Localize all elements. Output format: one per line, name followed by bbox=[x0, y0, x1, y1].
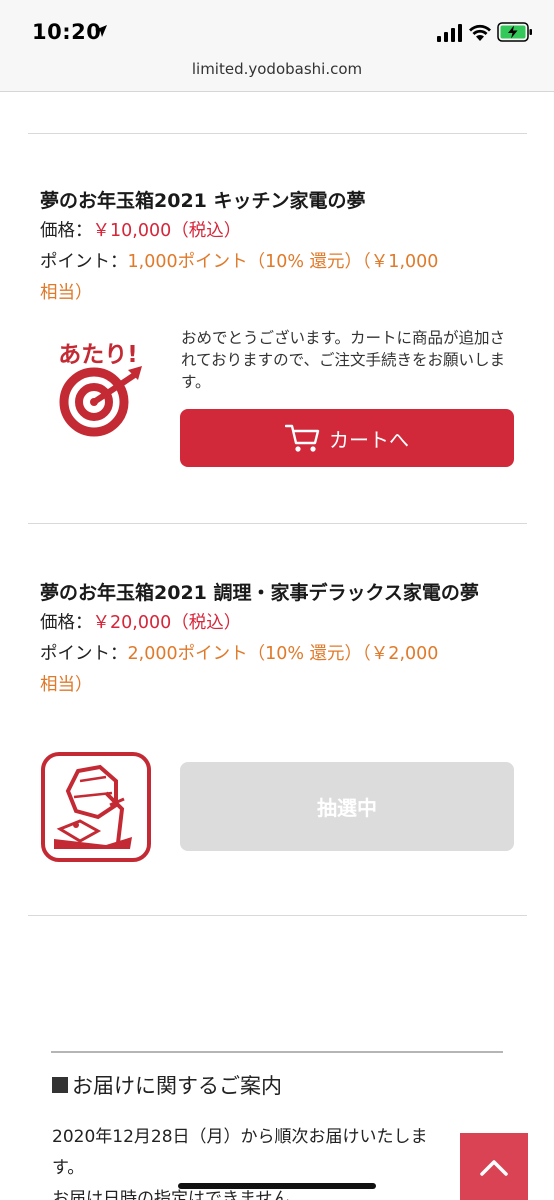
scroll-to-top-button[interactable] bbox=[460, 1133, 528, 1200]
product-title: 夢のお年玉箱2021 調理・家事デラックス家電の夢 bbox=[40, 582, 479, 604]
signal-icon bbox=[437, 24, 462, 42]
bullet-square-icon bbox=[52, 1077, 68, 1093]
point-row: ポイント：1,000ポイント（10% 還元）（￥1,000 bbox=[40, 247, 520, 278]
product-title: 夢のお年玉箱2021 キッチン家電の夢 bbox=[40, 190, 366, 212]
point-label: ポイント： bbox=[40, 644, 128, 664]
section-divider bbox=[28, 915, 527, 916]
product-card-kitchen: 夢のお年玉箱2021 キッチン家電の夢 価格：￥10,000（税込） ポイント：… bbox=[40, 186, 520, 309]
point-value-cont: 相当） bbox=[40, 283, 93, 303]
product-card-deluxe: 夢のお年玉箱2021 調理・家事デラックス家電の夢 価格：￥20,000（税込）… bbox=[40, 578, 520, 701]
delivery-heading-text: お届けに関するご案内 bbox=[72, 1074, 282, 1098]
address-bar-url[interactable]: limited.yodobashi.com bbox=[0, 60, 554, 78]
point-label: ポイント： bbox=[40, 252, 128, 272]
price-row: 価格：￥20,000（税込） bbox=[40, 608, 520, 639]
atari-badge-text: あたり! bbox=[58, 342, 138, 368]
drawing-status-button: 抽選中 bbox=[180, 762, 514, 851]
delivery-info-heading: お届けに関するご案内 bbox=[52, 1070, 282, 1100]
point-row: ポイント：2,000ポイント（10% 還元）（￥2,000 bbox=[40, 639, 520, 670]
chevron-up-icon bbox=[480, 1159, 508, 1176]
wifi-icon bbox=[469, 24, 491, 41]
price-row: 価格：￥10,000（税込） bbox=[40, 216, 520, 247]
drawing-status-label: 抽選中 bbox=[317, 796, 377, 820]
home-indicator[interactable] bbox=[178, 1183, 376, 1189]
atari-target-icon: あたり! bbox=[58, 342, 142, 437]
delivery-line: す。 bbox=[52, 1158, 85, 1178]
cart-icon bbox=[285, 424, 320, 452]
price-value: ￥20,000（税込） bbox=[92, 613, 242, 633]
delivery-line: 2020年12月28日（月）から順次お届けいたしま bbox=[52, 1127, 428, 1147]
go-to-cart-label: カートへ bbox=[329, 427, 409, 452]
point-value: 2,000ポイント（10% 還元）（￥2,000 bbox=[127, 644, 439, 664]
price-label: 価格： bbox=[40, 221, 93, 241]
price-value: ￥10,000（税込） bbox=[92, 221, 242, 241]
point-value: 1,000ポイント（10% 還元）（￥1,000 bbox=[127, 252, 439, 272]
section-divider bbox=[28, 133, 527, 134]
battery-charging-icon bbox=[497, 22, 532, 42]
price-label: 価格： bbox=[40, 613, 93, 633]
info-top-rule bbox=[51, 1051, 503, 1053]
clock-time: 10:20 bbox=[32, 20, 102, 44]
location-arrow-icon bbox=[95, 25, 107, 37]
go-to-cart-button[interactable]: カートへ bbox=[180, 409, 514, 467]
winning-message: おめでとうございます。カートに商品が追加されておりますので、ご注文手続きをお願い… bbox=[181, 329, 505, 391]
browser-status-bar: 10:20 limited.yodobashi.com bbox=[0, 0, 554, 92]
point-value-cont: 相当） bbox=[40, 675, 93, 695]
section-divider bbox=[28, 523, 527, 524]
lottery-machine-icon bbox=[41, 752, 151, 862]
